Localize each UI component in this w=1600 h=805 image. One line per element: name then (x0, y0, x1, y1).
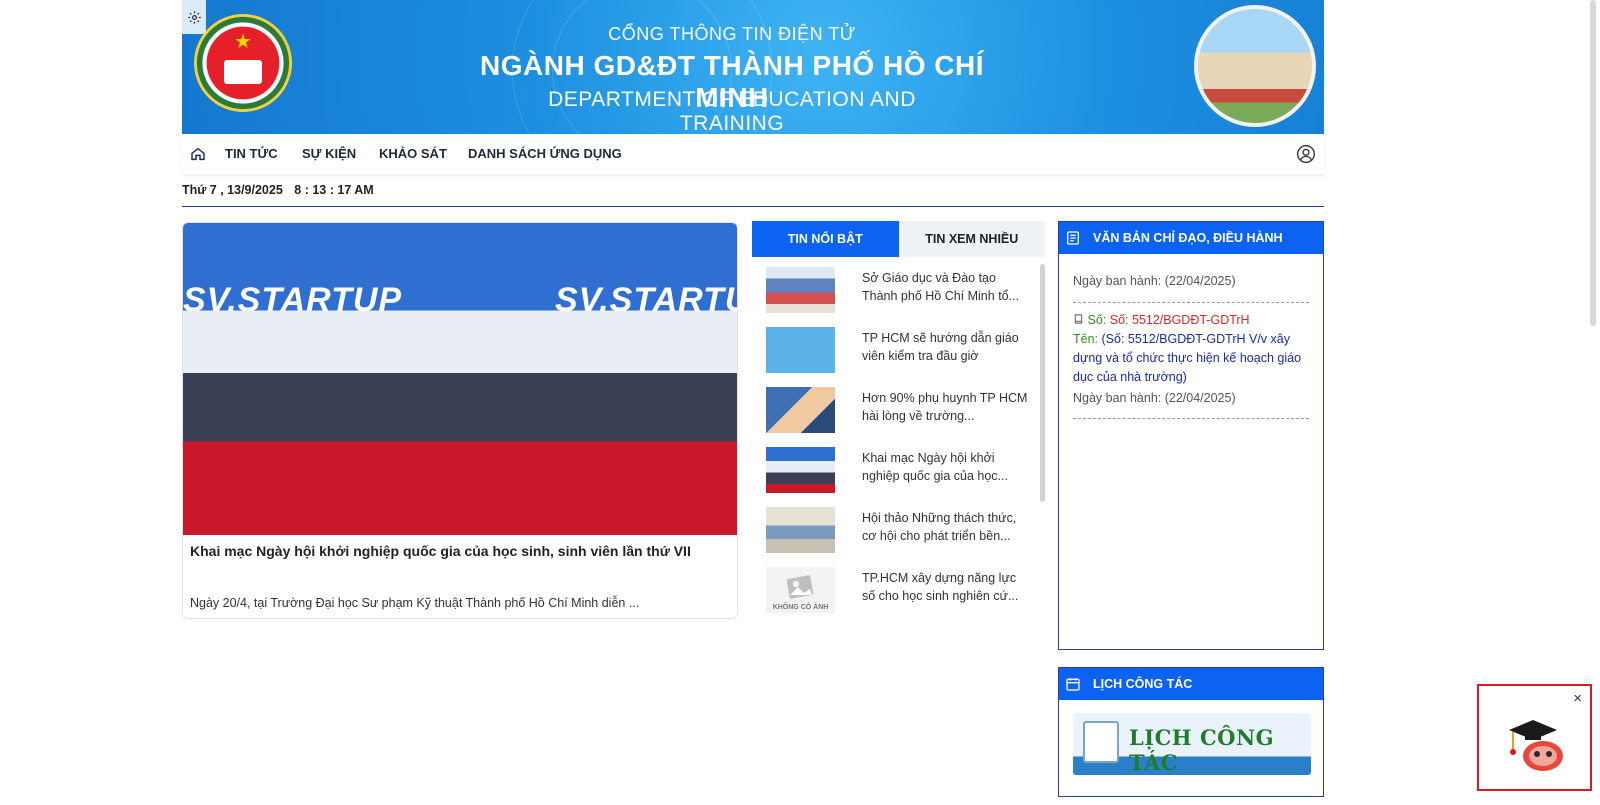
main-nav: TIN TỨC SỰ KIỆN KHẢO SÁT DANH SÁCH ỨNG D… (182, 134, 1324, 174)
current-datetime: Thứ 7 , 13/9/2025 8 : 13 : 17 AM (182, 183, 374, 197)
news-thumbnail[interactable] (766, 507, 835, 553)
ben-thanh-market-photo (1194, 5, 1316, 127)
close-icon[interactable]: × (1573, 690, 1582, 707)
news-title[interactable]: Sở Giáo dục và Đào tạo Thành phố Hồ Chí … (862, 269, 1030, 305)
featured-article[interactable]: SV.STARTUP SV.STARTUP Khai mạc Ngày hội … (182, 222, 738, 619)
document-number-label: Số: (1087, 313, 1107, 327)
list-item[interactable]: Hội thảo Những thách thức, cơ hội cho ph… (766, 507, 1026, 557)
featured-image-text: SV.STARTUP (183, 281, 403, 319)
news-list-scrollbar[interactable] (1040, 264, 1045, 502)
featured-title[interactable]: Khai mạc Ngày hội khởi nghiệp quốc gia c… (190, 543, 730, 559)
document-number-row[interactable]: Số: Số: 5512/BGDĐT-GDTrH (1073, 311, 1309, 330)
page: ★ CỔNG THÔNG TIN ĐIỆN TỬ NGÀNH GD&ĐT THÀ… (0, 0, 1600, 805)
banner-subtitle: CỔNG THÔNG TIN ĐIỆN TỬ (608, 24, 856, 44)
nav-item-news[interactable]: TIN TỨC (225, 146, 278, 161)
documents-panel-title: VĂN BẢN CHỈ ĐẠO, ĐIỀU HÀNH (1093, 231, 1283, 245)
schedule-panel-header: LỊCH CÔNG TÁC (1059, 668, 1323, 700)
calendar-icon (1066, 678, 1080, 691)
current-time: 8 : 13 : 17 AM (294, 183, 374, 197)
page-scrollbar[interactable] (1590, 0, 1596, 326)
list-item[interactable]: Khai mạc Ngày hội khởi nghiệp quốc gia c… (766, 447, 1026, 497)
documents-panel-header: VĂN BẢN CHỈ ĐẠO, ĐIỀU HÀNH (1059, 222, 1323, 254)
news-title[interactable]: Hơn 90% phụ huynh TP HCM hài lòng về trư… (862, 389, 1030, 425)
news-title[interactable]: TP HCM sẽ hướng dẫn giáo viên kiểm tra đ… (862, 329, 1030, 365)
no-image-thumbnail[interactable]: KHÔNG CÓ ẢNH (766, 567, 835, 613)
news-thumbnail[interactable] (766, 387, 835, 433)
news-thumbnail[interactable] (766, 327, 835, 373)
featured-image-text: SV.STARTUP (555, 281, 737, 319)
tab-most-viewed[interactable]: TIN XEM NHIỀU (898, 221, 1045, 257)
calendar-icon (1083, 721, 1119, 763)
document-name-label: Tên: (1073, 332, 1099, 346)
gear-icon (187, 10, 201, 24)
divider (1073, 302, 1309, 303)
tab-featured-news[interactable]: TIN NỔI BẬT (752, 221, 899, 257)
list-item[interactable]: Hơn 90% phụ huynh TP HCM hài lòng về trư… (766, 387, 1027, 437)
banner-title-en: DEPARTMENT OF EDUCATION AND TRAINING (548, 88, 916, 134)
document-date: Ngày ban hành: (22/04/2025) (1073, 391, 1236, 405)
featured-image[interactable]: SV.STARTUP SV.STARTUP (183, 223, 737, 535)
schedule-banner[interactable]: LỊCH CÔNG TÁC (1073, 713, 1311, 775)
documents-panel: VĂN BẢN CHỈ ĐẠO, ĐIỀU HÀNH Ngày ban hành… (1058, 221, 1324, 650)
featured-description: Ngày 20/4, tại Trường Đại học Sư phạm Kỹ… (190, 596, 640, 610)
document-item: Ngày ban hành: (22/04/2025) (1073, 272, 1309, 291)
news-tabs: TIN NỔI BẬT TIN XEM NHIỀU (752, 221, 1045, 257)
list-item[interactable]: KHÔNG CÓ ẢNH TP.HCM xây dựng năng lực số… (766, 567, 1026, 617)
news-title[interactable]: Khai mạc Ngày hội khởi nghiệp quốc gia c… (862, 449, 1030, 485)
header-banner[interactable]: ★ CỔNG THÔNG TIN ĐIỆN TỬ NGÀNH GD&ĐT THÀ… (182, 0, 1324, 134)
nav-item-survey[interactable]: KHẢO SÁT (379, 146, 447, 161)
settings-button[interactable] (182, 0, 206, 34)
divider (182, 206, 1324, 207)
document-name[interactable]: (Số: 5512/BGDĐT-GDTrH V/v xây dựng và tổ… (1073, 332, 1301, 384)
book-icon (1074, 314, 1083, 324)
news-thumbnail[interactable] (766, 267, 835, 313)
news-title[interactable]: Hội thảo Những thách thức, cơ hội cho ph… (862, 509, 1030, 545)
news-title[interactable]: TP.HCM xây dựng năng lực số cho học sinh… (862, 569, 1030, 605)
list-item[interactable]: Sở Giáo dục và Đào tạo Thành phố Hồ Chí … (766, 267, 1026, 317)
schedule-banner-text: LỊCH CÔNG TÁC (1129, 725, 1275, 775)
nav-item-events[interactable]: SỰ KIỆN (302, 146, 356, 161)
star-icon: ★ (234, 31, 252, 53)
document-name-row[interactable]: Tên: (Số: 5512/BGDĐT-GDTrH V/v xây dựng … (1073, 330, 1309, 387)
schedule-panel: LỊCH CÔNG TÁC LỊCH CÔNG TÁC (1058, 667, 1324, 797)
chatbot-widget[interactable]: × (1477, 684, 1592, 791)
schedule-panel-title: LỊCH CÔNG TÁC (1093, 677, 1193, 691)
no-image-label: KHÔNG CÓ ẢNH (772, 604, 829, 611)
user-account-icon[interactable] (1296, 144, 1316, 164)
document-item[interactable]: Số: Số: 5512/BGDĐT-GDTrH Tên: (Số: 5512/… (1073, 311, 1309, 408)
ministry-logo[interactable]: ★ (194, 14, 292, 112)
current-date: Thứ 7 , 13/9/2025 (182, 183, 283, 197)
news-thumbnail[interactable] (766, 447, 835, 493)
home-icon[interactable] (190, 146, 206, 162)
document-date: Ngày ban hành: (22/04/2025) (1073, 274, 1236, 288)
news-list: Sở Giáo dục và Đào tạo Thành phố Hồ Chí … (752, 264, 1045, 626)
nav-item-app-list[interactable]: DANH SÁCH ỨNG DỤNG (468, 146, 622, 161)
book-icon (224, 60, 262, 84)
divider (1073, 418, 1309, 419)
list-item[interactable]: TP HCM sẽ hướng dẫn giáo viên kiểm tra đ… (766, 327, 1026, 377)
document-icon (1067, 231, 1079, 245)
document-number[interactable]: Số: 5512/BGDĐT-GDTrH (1110, 313, 1250, 327)
chatbot-robot-icon[interactable] (1503, 708, 1573, 778)
